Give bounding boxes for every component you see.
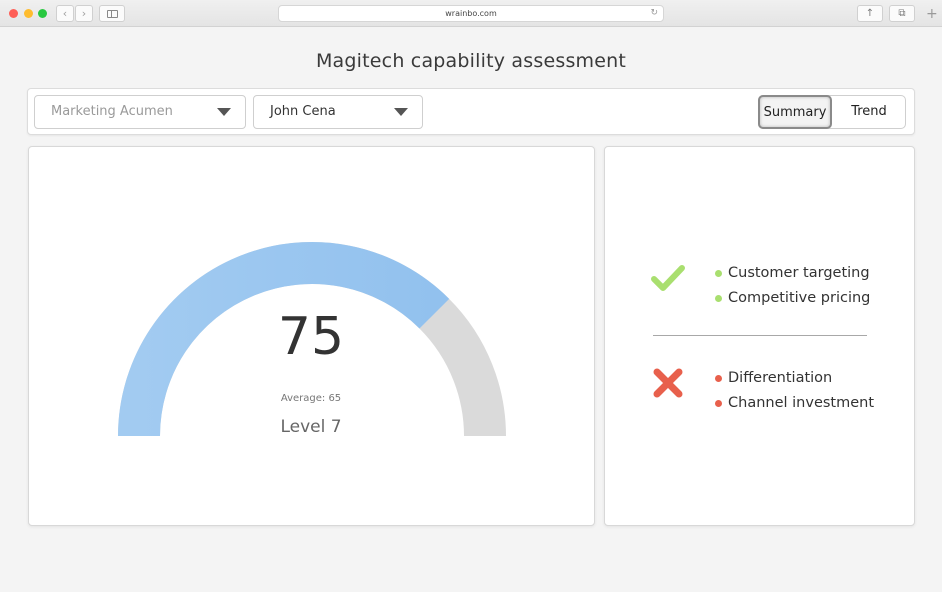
tabs-icon: ⧉ — [898, 8, 906, 19]
level-label: Level 7 — [280, 417, 342, 437]
average-score: Average: 65 — [280, 393, 342, 404]
assessment-summary-panel: Customer targeting Competitive pricing Di… — [604, 146, 915, 526]
minimize-window-button[interactable] — [24, 9, 33, 18]
url-text: wrainbo.com — [445, 9, 497, 18]
score-gauge-panel: 75 Average: 65 Level 7 — [28, 146, 595, 526]
strengths-list: Customer targeting Competitive pricing — [715, 261, 870, 310]
list-item: Customer targeting — [715, 261, 870, 286]
weaknesses-list: Differentiation Channel investment — [715, 366, 874, 415]
reload-icon[interactable]: ↻ — [650, 6, 658, 21]
list-item-label: Differentiation — [728, 370, 833, 386]
divider — [653, 335, 867, 336]
score-value: 75 — [277, 307, 345, 367]
back-button[interactable]: ‹ — [56, 5, 74, 22]
page-title: Magitech capability assessment — [315, 50, 627, 72]
chevron-right-icon: › — [81, 7, 87, 20]
new-tab-button[interactable]: + — [926, 7, 938, 21]
category-dropdown-value: Marketing Acumen — [51, 104, 173, 119]
share-button[interactable]: ↑ — [857, 5, 883, 22]
view-toggle: Summary Trend — [758, 95, 906, 129]
person-dropdown-value: John Cena — [270, 104, 336, 119]
share-icon: ↑ — [865, 8, 875, 19]
chevron-left-icon: ‹ — [62, 7, 68, 20]
caret-down-icon — [394, 108, 408, 116]
person-dropdown[interactable]: John Cena — [253, 95, 423, 129]
address-bar[interactable]: wrainbo.com ↻ — [278, 5, 664, 22]
list-item: Differentiation — [715, 366, 874, 391]
list-item: Channel investment — [715, 391, 874, 416]
list-item-label: Channel investment — [728, 394, 875, 411]
sidebar-toggle-button[interactable] — [99, 5, 125, 22]
trend-tab[interactable]: Trend — [833, 96, 905, 128]
show-tabs-button[interactable]: ⧉ — [889, 5, 915, 22]
forward-button[interactable]: › — [75, 5, 93, 22]
bullet-icon — [715, 399, 722, 407]
browser-toolbar: ‹ › wrainbo.com ↻ ↑ ⧉ + — [0, 0, 942, 27]
plus-icon: + — [926, 6, 938, 22]
caret-down-icon — [217, 108, 231, 116]
close-window-button[interactable] — [9, 9, 18, 18]
cross-icon — [653, 368, 683, 398]
filter-toolbar: Marketing Acumen John Cena Summary Trend — [27, 88, 915, 135]
list-item-label: Competitive pricing — [728, 289, 871, 306]
maximize-window-button[interactable] — [38, 9, 47, 18]
checkmark-icon — [651, 265, 685, 291]
bullet-icon — [715, 270, 722, 277]
bullet-icon — [715, 375, 722, 382]
bullet-icon — [715, 294, 722, 302]
sidebar-icon — [107, 10, 118, 18]
summary-tab[interactable]: Summary — [758, 95, 832, 129]
list-item-label: Customer targeting — [728, 265, 870, 281]
category-dropdown[interactable]: Marketing Acumen — [34, 95, 246, 129]
list-item: Competitive pricing — [715, 286, 870, 311]
